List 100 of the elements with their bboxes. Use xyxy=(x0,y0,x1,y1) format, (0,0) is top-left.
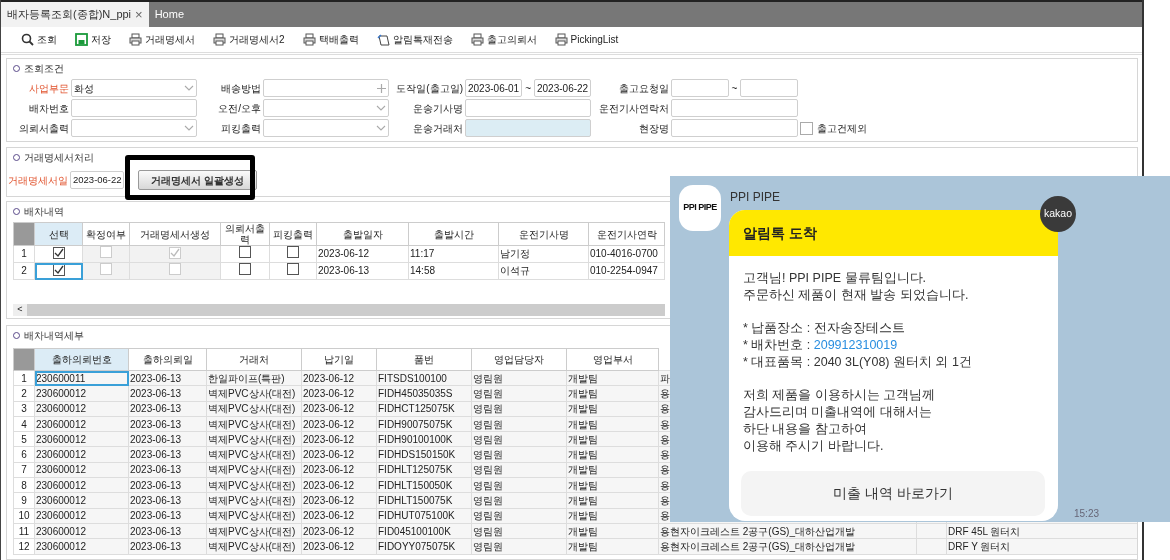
column-header[interactable]: 영업담당자 xyxy=(471,348,567,371)
column-header[interactable]: 거래처 xyxy=(206,348,302,371)
input-field[interactable] xyxy=(71,99,197,117)
table-cell: 개발팀 xyxy=(568,464,598,476)
caret-icon xyxy=(376,124,386,132)
field-label: 운전기사연락처 xyxy=(598,101,669,116)
field-label: 운송거래처 xyxy=(412,121,463,136)
checkbox[interactable] xyxy=(239,246,251,258)
column-header[interactable]: 영업부서 xyxy=(566,348,659,371)
column-header[interactable]: 운전기사명 xyxy=(498,222,589,246)
message-text: * 납품장소 : 전자송장테스트 xyxy=(743,320,906,337)
table-cell: 010-4016-0700 xyxy=(590,248,658,259)
date-field[interactable] xyxy=(671,79,729,97)
date-field[interactable]: 2023-06-22 xyxy=(70,171,124,189)
dropdown-field[interactable] xyxy=(263,99,389,117)
table-cell: FIDHLT125075K xyxy=(378,464,453,476)
table-cell: DRF 45L 원터치 xyxy=(948,525,1021,537)
caret-icon xyxy=(376,104,386,112)
column-header[interactable]: 확정여부 xyxy=(82,222,130,246)
scroll-left-button[interactable]: < xyxy=(13,304,27,316)
table-cell: 230600012 xyxy=(36,510,87,522)
table-cell: 개발팀 xyxy=(568,387,598,399)
dropdown-field[interactable] xyxy=(263,119,389,137)
window-tab[interactable]: 배자등록조회(종합)N_ppi × xyxy=(1,2,149,27)
window-tab[interactable]: Home xyxy=(148,2,190,27)
toolbar-button[interactable]: 거래명세서2 xyxy=(211,32,301,47)
field-label: 도작일(출고일) xyxy=(395,81,463,96)
input-field[interactable] xyxy=(671,119,798,137)
toolbar-button[interactable]: 택배출력 xyxy=(300,32,375,47)
column-header[interactable]: 출하의뢰일 xyxy=(128,348,207,371)
column-header[interactable]: 납기일 xyxy=(301,348,377,371)
printer-icon xyxy=(554,33,568,46)
column-header[interactable]: 의뢰서출력 xyxy=(220,222,270,246)
column-header[interactable]: 출발일자 xyxy=(316,222,409,246)
toolbar-button[interactable]: 출고의뢰서 xyxy=(468,32,553,47)
link[interactable]: 209912310019 xyxy=(813,338,898,352)
table-cell: 2023-06-13 xyxy=(130,387,182,399)
message-text: 고객님! PPI PIPE 물류팀입니다. xyxy=(743,270,927,287)
table-cell: 2023-06-12 xyxy=(303,403,355,415)
date-field[interactable]: 2023-06-01 xyxy=(465,79,523,97)
table-cell: 남기정 xyxy=(500,248,530,259)
dropdown-field[interactable] xyxy=(71,119,197,137)
table-cell: 용현자이크레스트 2공구(GS)_대하산업개발 xyxy=(660,540,855,552)
column-header[interactable]: 선택 xyxy=(34,222,83,246)
table-cell: 벽제PVC상사(대전) xyxy=(208,418,296,430)
printer-icon xyxy=(129,33,142,46)
input-field[interactable] xyxy=(263,79,389,97)
link-button[interactable]: 미출 내역 바로가기 xyxy=(741,471,1045,516)
checkbox[interactable] xyxy=(52,246,65,259)
toolbar-button[interactable]: 조회 xyxy=(19,32,73,47)
column-header[interactable]: 품번 xyxy=(376,348,472,371)
field-label: 피킹출력 xyxy=(220,121,261,136)
table-cell: 용 xyxy=(660,479,670,491)
table-cell: 개발팀 xyxy=(568,479,598,491)
table-cell: 230600012 xyxy=(36,433,87,445)
column-header[interactable]: 출발시간 xyxy=(408,222,499,246)
table-cell: 2023-06-13 xyxy=(130,540,182,552)
close-icon[interactable]: × xyxy=(135,4,143,25)
input-field[interactable] xyxy=(671,99,798,117)
section-title: 배차내역세부 xyxy=(24,328,84,343)
input-field[interactable] xyxy=(465,99,591,117)
toolbar-button[interactable]: 거래명세서 xyxy=(127,32,211,47)
checkbox[interactable] xyxy=(287,263,299,275)
column-header[interactable]: 피킹출력 xyxy=(269,222,317,246)
table-cell: 영림원 xyxy=(473,464,503,476)
input-field[interactable] xyxy=(465,119,591,137)
checkbox[interactable] xyxy=(239,263,251,275)
table-cell: 2023-06-12 xyxy=(303,479,355,491)
checkbox[interactable] xyxy=(800,121,813,135)
checkbox[interactable] xyxy=(287,246,299,258)
toolbar-button[interactable]: PickingList xyxy=(552,32,635,47)
table-cell: 벽제PVC상사(대전) xyxy=(208,433,296,445)
column-header[interactable]: 운전기사연락 xyxy=(588,222,665,246)
column-header[interactable]: 거래명세서생성 xyxy=(129,222,221,246)
checkbox[interactable] xyxy=(52,263,65,276)
date-field[interactable]: 2023-06-22 xyxy=(534,79,592,97)
table-cell: 개발팀 xyxy=(568,510,598,522)
generate-button[interactable]: 거래명세서 일괄생성 xyxy=(138,170,257,190)
table-cell: 벽제PVC상사(대전) xyxy=(208,387,296,399)
horizontal-scrollbar[interactable]: < xyxy=(13,304,665,316)
table-cell: FITSDS100100 xyxy=(378,372,447,384)
table-cell: 용현자이크레스트 2공구(GS)_대하산업개발 xyxy=(660,525,855,537)
table-cell: 11:17 xyxy=(410,248,435,259)
field-label: 현장명 xyxy=(638,121,669,136)
column-header[interactable]: 출하의뢰번호 xyxy=(34,348,129,371)
table-cell: 230600012 xyxy=(36,540,87,552)
table-cell: 개발팀 xyxy=(568,418,598,430)
toolbar-button[interactable]: 알림톡재전송 xyxy=(374,32,469,47)
table-cell: 용 xyxy=(660,387,670,399)
field-label: 배송방법 xyxy=(220,81,261,96)
toolbar-button[interactable]: 저장 xyxy=(73,32,127,47)
table-cell: 용 xyxy=(660,403,670,415)
table-cell: 벽제PVC상사(대전) xyxy=(208,403,296,415)
table-cell: 영림원 xyxy=(473,510,503,522)
date-field[interactable] xyxy=(740,79,798,97)
table-cell: 벽제PVC상사(대전) xyxy=(208,525,296,537)
table-cell: 영림원 xyxy=(473,403,503,415)
table-cell: 230600012 xyxy=(36,403,87,415)
table-cell: 용 xyxy=(660,449,670,461)
dropdown-field[interactable]: 화성 xyxy=(71,79,197,97)
